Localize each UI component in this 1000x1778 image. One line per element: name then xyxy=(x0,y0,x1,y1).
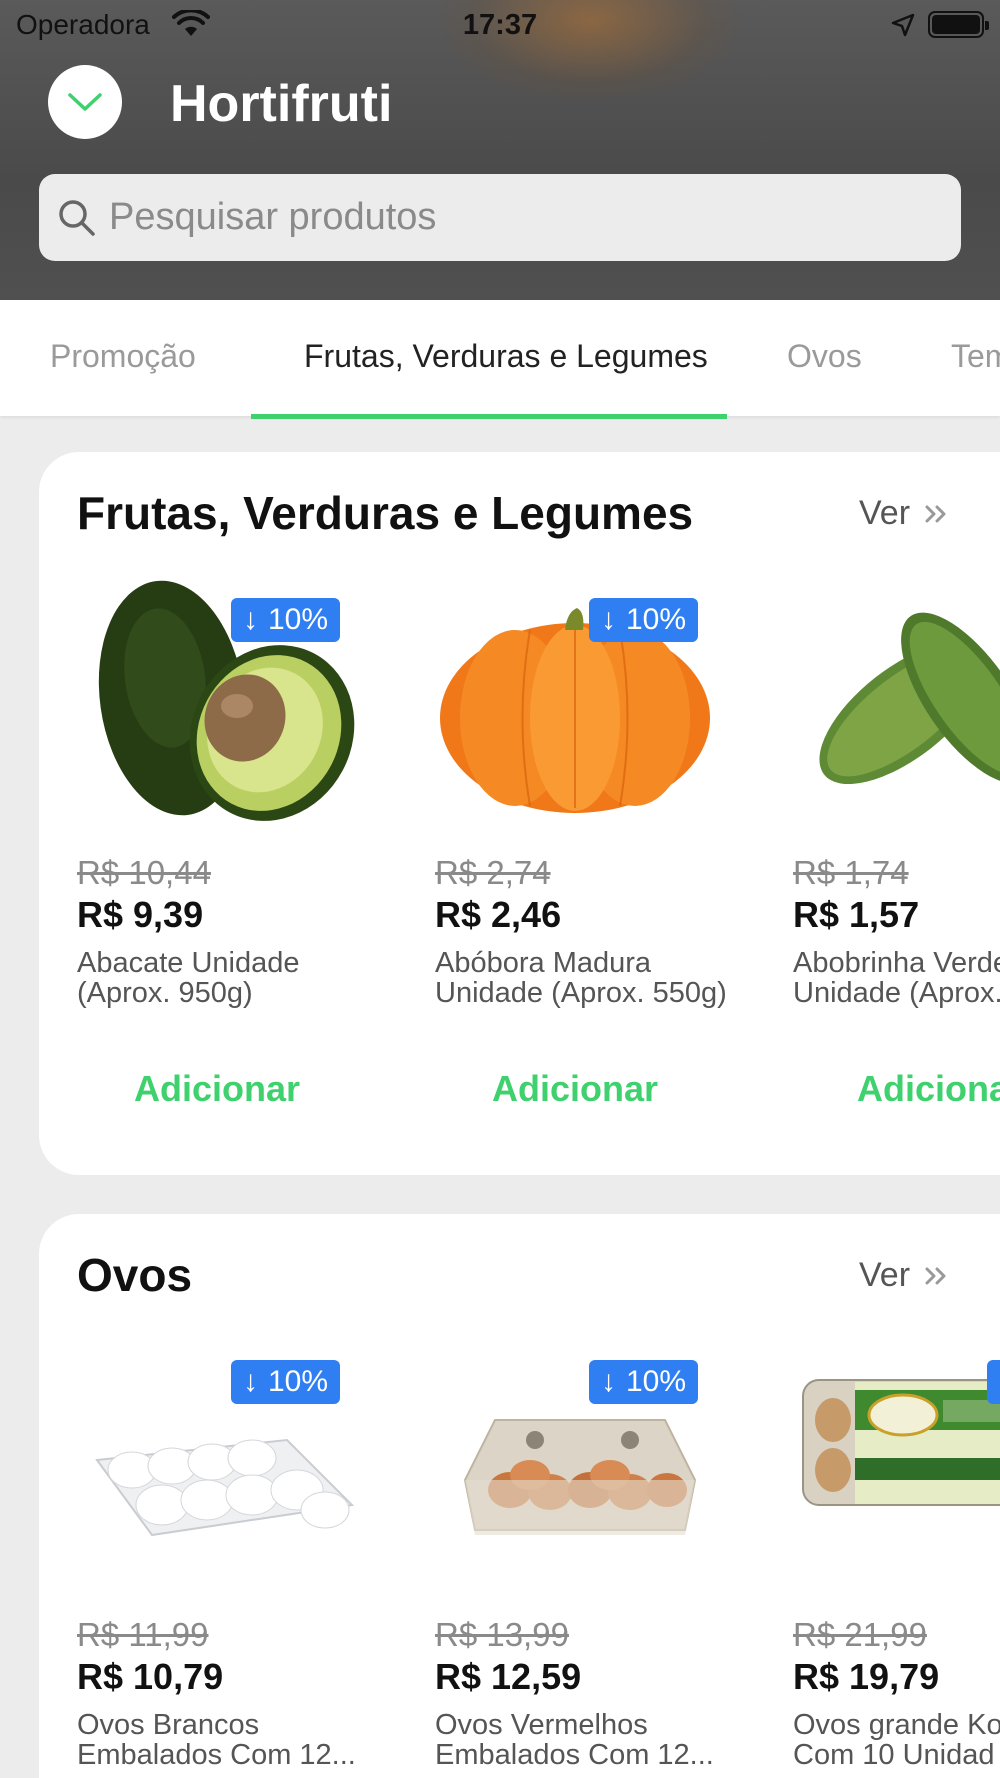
location-arrow-icon xyxy=(891,13,915,37)
section-title: Ovos xyxy=(77,1249,193,1301)
arrow-down-icon: ↓ xyxy=(601,603,616,636)
old-price: R$ 13,99 xyxy=(435,1616,569,1653)
product-name: Abóbora Madura Unidade (Aprox. 550g) xyxy=(435,948,755,1008)
product-name: Ovos Vermelhos Embalados Com 12... xyxy=(435,1710,755,1770)
see-all-label: Ver xyxy=(859,1256,911,1294)
search-bar[interactable] xyxy=(39,174,961,261)
zucchini-image xyxy=(819,612,1000,785)
discount-badge: ↓ 10% xyxy=(589,1360,699,1404)
page-title: Hortifruti xyxy=(170,75,393,133)
section-card-ovos: Ovos Ver ↓ 10% R$ 11,99 R$ 10,79 Ovos Br… xyxy=(39,1214,1000,1778)
product-name-line: Unidade (Aprox. xyxy=(793,978,1000,1008)
see-all-label: Ver xyxy=(859,494,911,532)
product-name-line: Ovos Brancos xyxy=(77,1710,260,1740)
old-price: R$ 1,74 xyxy=(793,854,909,891)
product-name-line: Abobrinha Verde xyxy=(793,948,1000,978)
product-name-line: Embalados Com 12... xyxy=(77,1740,356,1770)
price: R$ 12,59 xyxy=(435,1656,582,1697)
old-price: R$ 2,74 xyxy=(435,854,551,891)
product-name-line: Ovos Vermelhos xyxy=(435,1710,648,1740)
status-bar: Operadora 17:37 xyxy=(0,0,1000,50)
discount-value: 10% xyxy=(626,603,687,636)
section-card-frutas: Frutas, Verduras e Legumes Ver ↓ 10% R$ … xyxy=(39,452,1000,1175)
add-button[interactable]: Adicionar xyxy=(425,1068,725,1110)
price: R$ 2,46 xyxy=(435,894,562,935)
discount-badge: ↓ 10% xyxy=(231,1360,341,1404)
search-icon xyxy=(59,200,95,236)
discount-value: 10% xyxy=(268,603,329,636)
header: Operadora 17:37 Hortifruti xyxy=(0,0,1000,300)
discount-value: 10% xyxy=(626,1365,687,1398)
product-name: Abobrinha Verde Unidade (Aprox. xyxy=(793,948,1000,1008)
discount-badge: ↓ 10% xyxy=(231,598,341,642)
tab-ovos[interactable]: Ovos xyxy=(787,338,862,375)
old-price: R$ 21,99 xyxy=(793,1616,927,1653)
category-tabs: Promoção Frutas, Verduras e Legumes Ovos… xyxy=(0,300,1000,416)
old-price: R$ 10,44 xyxy=(77,854,211,891)
product-name-line: Com 10 Unidad xyxy=(793,1740,995,1770)
arrow-down-icon: ↓ xyxy=(243,603,258,636)
add-button[interactable]: Adiciona xyxy=(783,1068,1000,1110)
product-name-line: Embalados Com 12... xyxy=(435,1740,714,1770)
price: R$ 19,79 xyxy=(793,1656,940,1697)
product-name: Abacate Unidade (Aprox. 950g) xyxy=(77,948,397,1008)
tab-frutas-verduras-legumes[interactable]: Frutas, Verduras e Legumes xyxy=(304,338,708,375)
product-name-line: Unidade (Aprox. 550g) xyxy=(435,978,727,1008)
collapse-button[interactable] xyxy=(48,65,122,139)
old-price: R$ 11,99 xyxy=(77,1616,209,1653)
price: R$ 1,57 xyxy=(793,894,920,935)
section-title: Frutas, Verduras e Legumes xyxy=(77,487,694,539)
active-tab-indicator xyxy=(251,414,727,419)
arrow-down-icon: ↓ xyxy=(601,1365,616,1398)
discount-value: 10% xyxy=(268,1365,329,1398)
tab-temperos[interactable]: Tem xyxy=(951,338,1000,375)
discount-badge: ↓ 10% xyxy=(589,598,699,642)
search-input[interactable] xyxy=(109,174,939,261)
see-all-link[interactable]: Ver xyxy=(859,1256,950,1295)
battery-icon xyxy=(928,11,989,38)
product-name: Ovos grande Ko Com 10 Unidad xyxy=(793,1710,1000,1770)
product-name: Ovos Brancos Embalados Com 12... xyxy=(77,1710,397,1770)
discount-badge: ↓ xyxy=(987,1360,1000,1404)
price: R$ 9,39 xyxy=(77,894,204,935)
price: R$ 10,79 xyxy=(77,1656,224,1697)
add-button[interactable]: Adicionar xyxy=(67,1068,367,1110)
double-chevron-right-icon xyxy=(925,1267,946,1284)
product-name-line: Ovos grande Ko xyxy=(793,1710,1000,1740)
see-all-link[interactable]: Ver xyxy=(859,494,950,533)
product-name-line: (Aprox. 950g) xyxy=(77,978,253,1008)
double-chevron-right-icon xyxy=(925,505,946,522)
product-name-line: Abóbora Madura xyxy=(435,948,652,978)
status-time: 17:37 xyxy=(462,9,538,41)
egg-box-image xyxy=(802,1379,1000,1506)
arrow-down-icon: ↓ xyxy=(243,1365,258,1398)
tab-promocao[interactable]: Promoção xyxy=(50,338,196,375)
chevron-down-icon xyxy=(68,93,102,111)
product-name-line: Abacate Unidade xyxy=(77,948,300,978)
